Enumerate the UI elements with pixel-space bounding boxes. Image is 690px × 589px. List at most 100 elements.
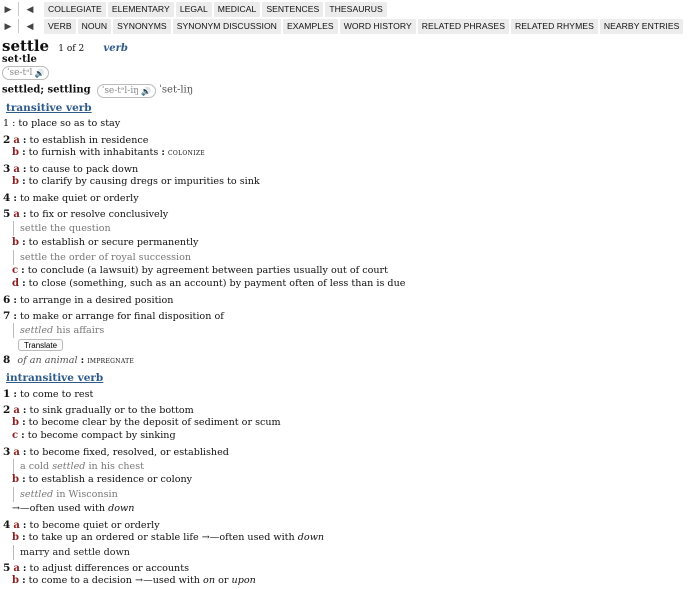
usage-note-text: —often used with xyxy=(20,503,106,514)
sense-text: to fix or resolve conclusively xyxy=(29,209,169,220)
speaker-icon[interactable]: 🔊 xyxy=(34,67,44,80)
sense-number: 1 xyxy=(3,388,11,400)
example-text: a cold xyxy=(20,461,50,472)
example-text: in his chest xyxy=(88,461,144,472)
cross-reference-link[interactable]: colonize xyxy=(168,148,205,158)
pron-text: ˈse-tᵊl-iŋ xyxy=(101,85,139,96)
usage-note-word: on xyxy=(203,575,216,586)
sense-number: 2 xyxy=(3,134,11,146)
syllables: set·tle xyxy=(2,54,37,65)
sense-letter: b xyxy=(12,575,19,586)
example-sentence: settle the question xyxy=(13,221,111,236)
tab-noun[interactable]: NOUN xyxy=(77,18,112,34)
pronunciation[interactable]: ˈse-tᵊl 🔊 xyxy=(2,66,50,80)
homograph-label: 1 of 2 xyxy=(58,44,85,54)
sense-number: 4 xyxy=(3,192,11,204)
pron-text: ˈse-tᵊl xyxy=(7,67,33,78)
intrans-sense-5b: b : to come to a decision →—used with on… xyxy=(12,575,256,586)
tab-word-history[interactable]: WORD HISTORY xyxy=(339,18,416,34)
intrans-sense-2c: c : to become compact by sinking xyxy=(12,430,176,441)
sense-text: to make or arrange for final disposition… xyxy=(19,311,224,322)
sense-number: 3 xyxy=(3,163,11,175)
speaker-icon[interactable]: 🔊 xyxy=(141,85,151,98)
sense-1: 1 : to place so as to stay xyxy=(3,118,120,129)
sense-text: to become compact by sinking xyxy=(27,430,176,441)
translate-button[interactable]: Translate xyxy=(18,339,64,351)
sense-8: 8 of an animal : impregnate xyxy=(3,354,135,366)
sense-text: to become clear by the deposit of sedime… xyxy=(28,417,281,428)
sense-number: 6 xyxy=(3,294,11,306)
sense-number: 4 xyxy=(3,519,11,531)
usage-note-word: down xyxy=(108,503,135,514)
tab-related-phrases[interactable]: RELATED PHRASES xyxy=(417,18,509,34)
forward-arrow-icon[interactable]: ▶ xyxy=(0,18,16,34)
tab-medical[interactable]: MEDICAL xyxy=(213,1,261,17)
sense-text: to establish a residence or colony xyxy=(28,474,193,485)
sense-text: 1 : to place so as to stay xyxy=(3,118,121,129)
forward-arrow-icon[interactable]: ▶ xyxy=(0,1,16,17)
sense-text: to furnish with inhabitants xyxy=(28,147,159,158)
sense-5a: 5 a : to fix or resolve conclusively xyxy=(3,208,169,220)
usage-note-text: or xyxy=(218,575,229,586)
part-of-speech[interactable]: verb xyxy=(103,43,127,54)
sense-letter: a xyxy=(13,405,20,416)
intrans-sense-1: 1 : to come to rest xyxy=(3,388,94,400)
sense-5b: b : to establish or secure permanently xyxy=(12,237,199,248)
example-sentence: a cold settled in his chest xyxy=(13,459,144,474)
tab-thesaurus[interactable]: THESAURUS xyxy=(325,1,387,17)
inflection-pron-alt: ˈset-liŋ xyxy=(159,84,194,96)
example-headword: settled xyxy=(20,489,54,500)
sense-6: 6 : to arrange in a desired position xyxy=(3,294,174,306)
example-headword: settled xyxy=(52,461,86,472)
inflection-pronunciation[interactable]: ˈse-tᵊl-iŋ 🔊 xyxy=(96,84,156,98)
example-headword: settled xyxy=(20,325,54,336)
example-sentence: settle the order of royal succession xyxy=(13,250,191,265)
intrans-sense-2b: b : to become clear by the deposit of se… xyxy=(12,417,281,428)
cross-reference-link[interactable]: impregnate xyxy=(87,356,134,366)
sense-7: 7 : to make or arrange for final disposi… xyxy=(3,310,224,322)
intransitive-verb-heading[interactable]: intransitive verb xyxy=(6,372,103,384)
tab-verb[interactable]: VERB xyxy=(44,18,76,34)
headword: settle xyxy=(2,37,50,55)
sense-3a: 3 a : to cause to pack down xyxy=(3,163,139,175)
tab-elementary[interactable]: ELEMENTARY xyxy=(107,1,174,17)
transitive-verb-heading[interactable]: transitive verb xyxy=(6,102,92,114)
arrow-right-icon: → xyxy=(135,575,144,586)
sense-2b: b : to furnish with inhabitants : coloni… xyxy=(12,147,205,158)
intrans-sense-4a: 4 a : to become quiet or orderly xyxy=(3,519,160,531)
sense-number: 5 xyxy=(3,208,11,220)
usage-note: →—often used with down xyxy=(12,503,134,514)
usage-note-word: upon xyxy=(231,575,256,586)
sense-text: to take up an ordered or stable life xyxy=(28,532,199,543)
tab-sentences[interactable]: SENTENCES xyxy=(262,1,324,17)
sense-letter: a xyxy=(13,209,20,220)
sense-text: to cause to pack down xyxy=(29,164,139,175)
back-arrow-icon[interactable]: ◀ xyxy=(22,1,38,17)
sense-text: to establish or secure permanently xyxy=(28,237,199,248)
sense-text: to sink gradually or to the bottom xyxy=(29,405,194,416)
arrow-right-icon: → xyxy=(201,532,210,543)
sense-text: to become quiet or orderly xyxy=(29,520,160,531)
intrans-sense-3b: b : to establish a residence or colony xyxy=(12,474,193,485)
sense-letter: a xyxy=(13,520,20,531)
tab-examples[interactable]: EXAMPLES xyxy=(282,18,338,34)
tab-collegiate[interactable]: COLLEGIATE xyxy=(44,1,106,17)
sense-number: 8 xyxy=(3,354,11,366)
tab-synonyms[interactable]: SYNONYMS xyxy=(113,18,171,34)
sense-4: 4 : to make quiet or orderly xyxy=(3,192,139,204)
nav2-arrows: ▶ ◀ xyxy=(0,17,38,35)
sense-2a: 2 a : to establish in residence xyxy=(3,134,149,146)
sense-number: 5 xyxy=(3,562,11,574)
sense-letter: a xyxy=(13,563,20,574)
example-sentence: settled in Wisconsin xyxy=(13,487,118,502)
nav1-arrows: ▶ ◀ xyxy=(0,0,38,18)
tab-legal[interactable]: LEGAL xyxy=(175,1,212,17)
sense-letter: a xyxy=(13,164,20,175)
tab-related-rhymes[interactable]: RELATED RHYMES xyxy=(511,18,598,34)
tab-nearby-entries[interactable]: NEARBY ENTRIES xyxy=(599,18,684,34)
sense-letter: b xyxy=(12,147,19,158)
tab-synonym-discussion[interactable]: SYNONYM DISCUSSION xyxy=(172,18,281,34)
sense-5c: c : to conclude (a lawsuit) by agreement… xyxy=(12,265,388,276)
back-arrow-icon[interactable]: ◀ xyxy=(22,18,38,34)
dictionary-tabs-bar: ▶ ◀ COLLEGIATE ELEMENTARY LEGAL MEDICAL … xyxy=(0,0,690,18)
